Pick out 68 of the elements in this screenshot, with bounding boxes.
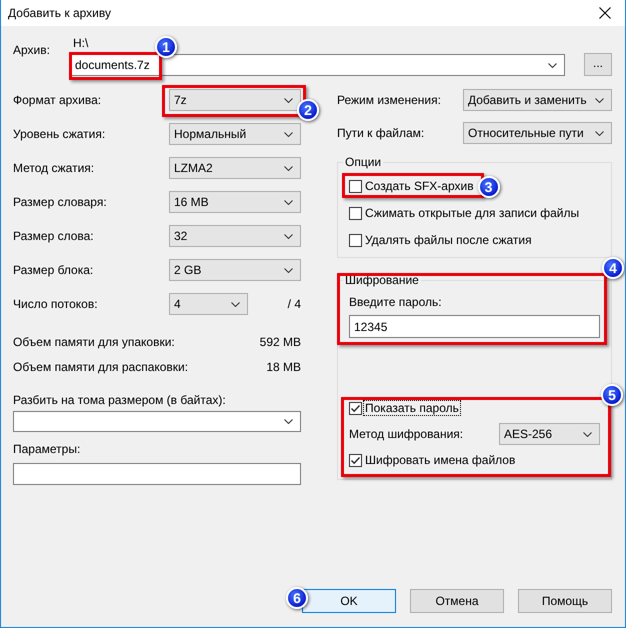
dropdown[interactable]: LZMA2 (169, 157, 301, 179)
cancel-button[interactable]: Отмена (410, 589, 504, 613)
field-label: Введите пароль: (349, 295, 442, 309)
checkbox-label[interactable]: Шифровать имена файлов (364, 453, 516, 467)
chevron-down-icon (284, 132, 293, 136)
step-badge: 6 (286, 587, 308, 609)
window-title: Добавить к архиву (8, 6, 112, 20)
field-label: Архив: (13, 43, 51, 57)
help-button[interactable]: Помощь (518, 589, 612, 613)
checkbox-label[interactable]: Создать SFX-архив (364, 179, 475, 193)
password-field[interactable]: 12345 (349, 315, 600, 338)
checkbox-label[interactable]: Сжимать открытые для записи файлы (364, 206, 580, 220)
chevron-down-icon (231, 302, 240, 306)
dropdown[interactable]: AES-256 (499, 423, 600, 445)
chevron-down-icon (595, 98, 604, 102)
checkbox-label[interactable]: Показать пароль (364, 401, 460, 415)
dropdown[interactable]: 2 GB (169, 259, 301, 281)
dropdown[interactable]: 4 (169, 293, 248, 315)
field-label: Размер слова: (13, 229, 94, 243)
field-label: Разбить на тома размером (в байтах): (13, 393, 226, 407)
field-label: Число потоков: (13, 297, 98, 311)
ok-button[interactable]: OK (302, 589, 396, 613)
info-value: 592 MB (260, 335, 301, 349)
dropdown[interactable]: 7z (169, 89, 301, 111)
step-badge: 4 (602, 257, 624, 279)
checkbox[interactable] (349, 454, 362, 466)
checkbox[interactable] (349, 180, 362, 192)
volume-size-combo[interactable] (13, 411, 301, 432)
chevron-down-icon (284, 234, 293, 238)
field-label: Формат архива: (13, 93, 102, 107)
dropdown[interactable]: Относительные пути (463, 122, 612, 144)
chevron-down-icon (595, 130, 604, 136)
chevron-down-icon (583, 432, 592, 436)
step-badge: 5 (601, 384, 623, 406)
checkbox-label[interactable]: Удалять файлы после сжатия (364, 233, 533, 247)
info-label: Объем памяти для распаковки: (13, 360, 188, 374)
value-text: / 4 (288, 297, 301, 311)
dropdown[interactable]: 16 MB (169, 191, 301, 213)
field-label: Размер блока: (13, 263, 94, 277)
group-title: Опции (343, 155, 384, 169)
field-label: Размер словаря: (13, 195, 107, 209)
checkbox[interactable] (349, 206, 362, 220)
browse-button[interactable]: ... (584, 53, 612, 76)
step-badge: 3 (478, 176, 500, 198)
field-label: Уровень сжатия: (13, 127, 106, 141)
dropdown[interactable]: Добавить и заменить (463, 89, 612, 111)
field-label: Метод сжатия: (13, 161, 94, 175)
checkbox[interactable] (349, 234, 362, 246)
chevron-down-icon (548, 62, 557, 68)
info-label: Объем памяти для упаковки: (13, 335, 175, 349)
chevron-down-icon (284, 200, 293, 204)
field-label: Режим изменения: (337, 93, 441, 107)
dropdown[interactable]: Нормальный (169, 123, 301, 145)
close-icon[interactable] (599, 7, 611, 19)
step-badge: 1 (155, 36, 177, 58)
step-badge: 2 (297, 99, 319, 121)
chevron-down-icon (284, 98, 293, 102)
chevron-down-icon (284, 268, 293, 272)
chevron-down-icon (284, 166, 293, 170)
parameters-field[interactable] (13, 463, 301, 485)
field-label: Параметры: (13, 442, 80, 456)
field-label: Пути к файлам: (337, 126, 424, 140)
info-value: 18 MB (266, 360, 301, 374)
folder-path: H:\ (72, 36, 88, 50)
dropdown[interactable]: 32 (169, 225, 301, 247)
field-label: Метод шифрования: (349, 427, 464, 441)
checkbox[interactable] (349, 402, 362, 414)
chevron-down-icon (284, 419, 293, 424)
